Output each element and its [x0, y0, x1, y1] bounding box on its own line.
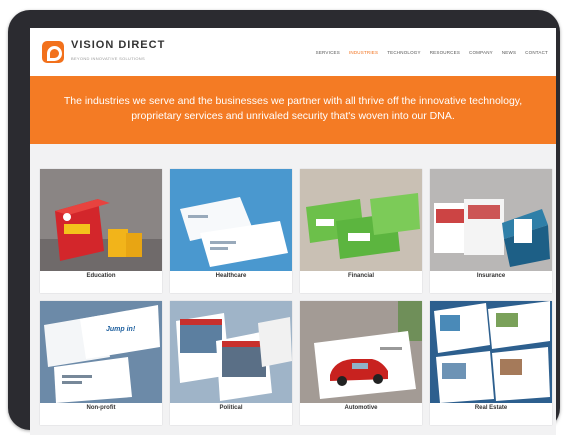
industry-card-insurance[interactable]: Insurance: [430, 169, 552, 293]
industry-card-financial[interactable]: Financial: [300, 169, 422, 293]
healthcare-image: [170, 169, 292, 271]
industry-label: Real Estate: [474, 405, 508, 411]
industry-card-education[interactable]: Education: [40, 169, 162, 293]
industry-card-non-profit[interactable]: Jump in! Non-profit: [40, 301, 162, 425]
industry-card-healthcare[interactable]: Healthcare: [170, 169, 292, 293]
insurance-image: [430, 169, 552, 271]
brand-logo[interactable]: VISION DIRECT BEYOND INNOVATIVE SOLUTION…: [42, 40, 165, 64]
industry-label: Healthcare: [215, 273, 247, 279]
brand-name: VISION DIRECT: [71, 39, 166, 51]
nav-item-resources[interactable]: RESOURCES: [430, 50, 460, 55]
hero-banner: The industries we serve and the business…: [30, 76, 556, 144]
nav-item-industries[interactable]: INDUSTRIES: [349, 50, 378, 55]
industry-label: Political: [219, 405, 243, 411]
brand-tagline: BEYOND INNOVATIVE SOLUTIONS: [71, 56, 145, 61]
logo-icon: [42, 41, 64, 63]
industry-card-automotive[interactable]: Automotive: [300, 301, 422, 425]
political-image: [170, 301, 292, 403]
nav-item-news[interactable]: NEWS: [502, 50, 516, 55]
tablet-frame: VISION DIRECT BEYOND INNOVATIVE SOLUTION…: [8, 10, 560, 435]
nav-item-technology[interactable]: TECHNOLOGY: [387, 50, 421, 55]
hero-text: The industries we serve and the business…: [63, 95, 523, 122]
industry-label: Non-profit: [86, 405, 116, 411]
nav-item-services[interactable]: SERVICES: [316, 50, 340, 55]
real-estate-image: [430, 301, 552, 403]
industry-label: Education: [86, 273, 116, 279]
main-nav: SERVICES INDUSTRIES TECHNOLOGY RESOURCES…: [316, 50, 548, 55]
industry-label: Automotive: [344, 405, 378, 411]
nav-item-company[interactable]: COMPANY: [469, 50, 493, 55]
industry-card-real-estate[interactable]: Real Estate: [430, 301, 552, 425]
financial-image: [300, 169, 422, 271]
tablet-screen: VISION DIRECT BEYOND INNOVATIVE SOLUTION…: [30, 28, 556, 435]
svg-text:Jump in!: Jump in!: [106, 326, 136, 333]
industry-label: Financial: [347, 273, 374, 279]
non-profit-image: Jump in!: [40, 301, 162, 403]
industry-card-political[interactable]: Political: [170, 301, 292, 425]
site-header: VISION DIRECT BEYOND INNOVATIVE SOLUTION…: [30, 28, 556, 76]
education-image: [40, 169, 162, 271]
automotive-image: [300, 301, 422, 403]
nav-item-contact[interactable]: CONTACT: [525, 50, 548, 55]
industry-label: Insurance: [476, 273, 506, 279]
